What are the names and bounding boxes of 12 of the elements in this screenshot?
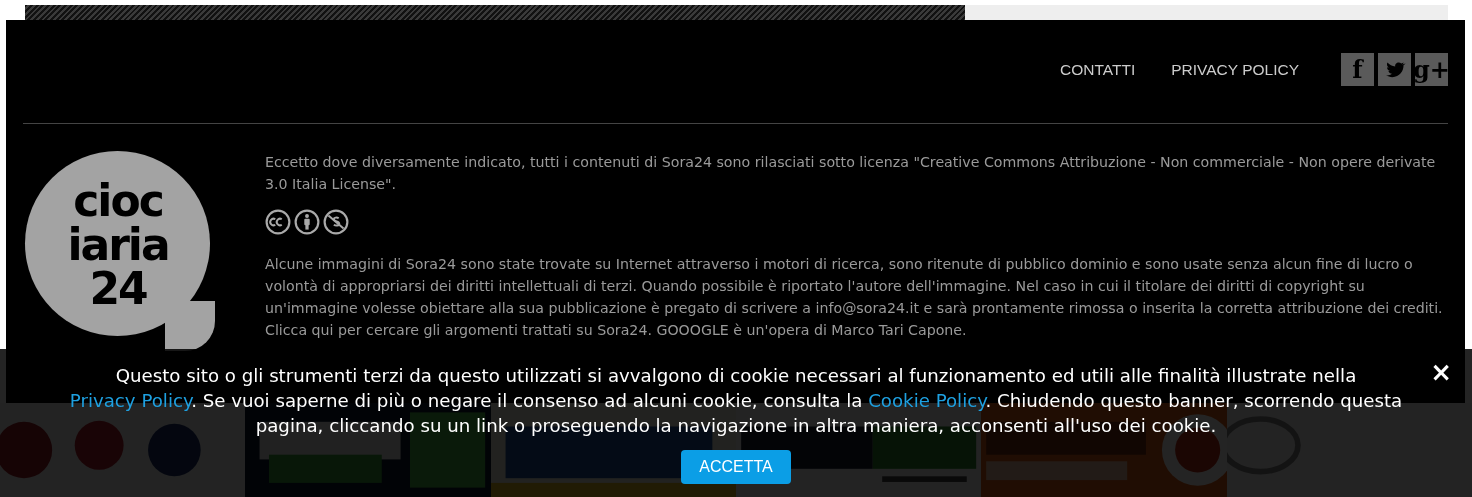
license-icon [265,209,291,235]
disclaimer-text: Alcune immagini di Sora24 sono state trovate su Internet attraverso i motori di ricerca, sono ritenute di pubblico dominio e sono usate senza alcun fine di lucro o volontà di appropriarsi dei diritti intellettuali di terzi. Quando possibile è riportato l'autore dell'immagine. Nel caso in cui il titolare dei diritti di copyright su un'immagine volesse obiettare alla sua pubblicazione è pregato di scrivere a info@sora24.it e sarà prontamente rimossa o inserita la corretta attribuzione dei crediti. Clicca qui per cercare gli argomenti trattati su Sora24. GOOOGLE è un'opera di Marco Tari Capone. [265,255,1444,340]
close-button[interactable]: × [1430,359,1452,385]
nav-link[interactable]: CONTATTI [1060,60,1136,79]
license-text: Eccetto dove diversamente indicato, tutti i contenuti di Sora24 sono rilasciati sotto licenza "Creative Commons Attribuzione - Non commerciale - Non opere derivate 3.0 Italia License". [265,153,1437,194]
license-icon [323,209,349,235]
twitter-icon[interactable] [1378,53,1411,86]
license-icon [294,209,320,235]
policy-link[interactable]: Cookie Policy [868,390,986,411]
nav-link[interactable]: PRIVACY POLICY [1171,60,1299,79]
cookie-message: Questo sito o gli strumenti terzi da questo utilizzati si avvalgono di cookie necessari al funzionamento ed utili alle finalità illustrate nella Privacy Policy. Se vuoi saperne di più o negare il consenso ad alcuni cookie, consulta la Cookie Policy. Chiudendo questo banner, scorrendo questa pagina, cliccando su un link o proseguendo la navigazione in altra maniera, acconsenti all'uso dei cookie. [68,364,1404,438]
policy-link[interactable]: Privacy Policy [69,390,192,411]
